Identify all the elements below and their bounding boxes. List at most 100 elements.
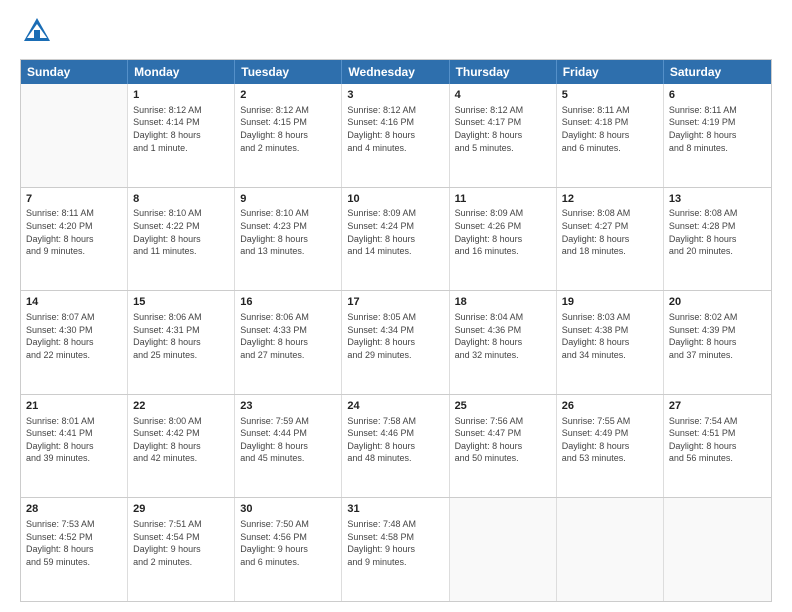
calendar-cell-2-1: 7Sunrise: 8:11 AM Sunset: 4:20 PM Daylig…: [21, 188, 128, 291]
day-info: Sunrise: 7:51 AM Sunset: 4:54 PM Dayligh…: [133, 518, 229, 568]
calendar-cell-2-6: 12Sunrise: 8:08 AM Sunset: 4:27 PM Dayli…: [557, 188, 664, 291]
calendar-cell-2-5: 11Sunrise: 8:09 AM Sunset: 4:26 PM Dayli…: [450, 188, 557, 291]
day-info: Sunrise: 8:12 AM Sunset: 4:16 PM Dayligh…: [347, 104, 443, 154]
day-info: Sunrise: 8:10 AM Sunset: 4:23 PM Dayligh…: [240, 207, 336, 257]
calendar-cell-3-5: 18Sunrise: 8:04 AM Sunset: 4:36 PM Dayli…: [450, 291, 557, 394]
day-info: Sunrise: 8:10 AM Sunset: 4:22 PM Dayligh…: [133, 207, 229, 257]
calendar-cell-5-7: [664, 498, 771, 601]
day-number: 27: [669, 399, 766, 414]
calendar-header: SundayMondayTuesdayWednesdayThursdayFrid…: [21, 60, 771, 84]
day-info: Sunrise: 7:56 AM Sunset: 4:47 PM Dayligh…: [455, 415, 551, 465]
day-info: Sunrise: 8:09 AM Sunset: 4:26 PM Dayligh…: [455, 207, 551, 257]
calendar-cell-3-2: 15Sunrise: 8:06 AM Sunset: 4:31 PM Dayli…: [128, 291, 235, 394]
day-number: 21: [26, 399, 122, 414]
calendar-cell-1-1: [21, 84, 128, 187]
day-number: 16: [240, 295, 336, 310]
calendar-body: 1Sunrise: 8:12 AM Sunset: 4:14 PM Daylig…: [21, 84, 771, 601]
header: [20, 16, 772, 51]
day-number: 20: [669, 295, 766, 310]
day-number: 10: [347, 192, 443, 207]
day-number: 23: [240, 399, 336, 414]
day-number: 15: [133, 295, 229, 310]
calendar-row-2: 7Sunrise: 8:11 AM Sunset: 4:20 PM Daylig…: [21, 187, 771, 291]
day-number: 29: [133, 502, 229, 517]
calendar-cell-5-4: 31Sunrise: 7:48 AM Sunset: 4:58 PM Dayli…: [342, 498, 449, 601]
day-number: 28: [26, 502, 122, 517]
day-info: Sunrise: 8:09 AM Sunset: 4:24 PM Dayligh…: [347, 207, 443, 257]
calendar-cell-1-5: 4Sunrise: 8:12 AM Sunset: 4:17 PM Daylig…: [450, 84, 557, 187]
day-number: 30: [240, 502, 336, 517]
logo: [20, 16, 52, 51]
header-day-tuesday: Tuesday: [235, 60, 342, 84]
day-info: Sunrise: 8:08 AM Sunset: 4:28 PM Dayligh…: [669, 207, 766, 257]
day-info: Sunrise: 7:58 AM Sunset: 4:46 PM Dayligh…: [347, 415, 443, 465]
day-number: 22: [133, 399, 229, 414]
day-info: Sunrise: 7:55 AM Sunset: 4:49 PM Dayligh…: [562, 415, 658, 465]
day-info: Sunrise: 7:54 AM Sunset: 4:51 PM Dayligh…: [669, 415, 766, 465]
day-number: 14: [26, 295, 122, 310]
day-info: Sunrise: 8:11 AM Sunset: 4:20 PM Dayligh…: [26, 207, 122, 257]
day-info: Sunrise: 8:03 AM Sunset: 4:38 PM Dayligh…: [562, 311, 658, 361]
logo-icon: [22, 16, 52, 46]
calendar-cell-4-5: 25Sunrise: 7:56 AM Sunset: 4:47 PM Dayli…: [450, 395, 557, 498]
header-day-monday: Monday: [128, 60, 235, 84]
day-number: 3: [347, 88, 443, 103]
day-number: 26: [562, 399, 658, 414]
day-info: Sunrise: 7:48 AM Sunset: 4:58 PM Dayligh…: [347, 518, 443, 568]
header-day-thursday: Thursday: [450, 60, 557, 84]
day-number: 2: [240, 88, 336, 103]
day-info: Sunrise: 8:00 AM Sunset: 4:42 PM Dayligh…: [133, 415, 229, 465]
calendar-cell-3-1: 14Sunrise: 8:07 AM Sunset: 4:30 PM Dayli…: [21, 291, 128, 394]
calendar: SundayMondayTuesdayWednesdayThursdayFrid…: [20, 59, 772, 602]
calendar-cell-5-2: 29Sunrise: 7:51 AM Sunset: 4:54 PM Dayli…: [128, 498, 235, 601]
day-number: 5: [562, 88, 658, 103]
day-number: 25: [455, 399, 551, 414]
day-info: Sunrise: 8:02 AM Sunset: 4:39 PM Dayligh…: [669, 311, 766, 361]
day-info: Sunrise: 8:04 AM Sunset: 4:36 PM Dayligh…: [455, 311, 551, 361]
day-number: 24: [347, 399, 443, 414]
day-info: Sunrise: 8:08 AM Sunset: 4:27 PM Dayligh…: [562, 207, 658, 257]
calendar-cell-1-6: 5Sunrise: 8:11 AM Sunset: 4:18 PM Daylig…: [557, 84, 664, 187]
day-info: Sunrise: 8:05 AM Sunset: 4:34 PM Dayligh…: [347, 311, 443, 361]
day-info: Sunrise: 7:53 AM Sunset: 4:52 PM Dayligh…: [26, 518, 122, 568]
day-info: Sunrise: 8:12 AM Sunset: 4:17 PM Dayligh…: [455, 104, 551, 154]
day-number: 9: [240, 192, 336, 207]
day-number: 6: [669, 88, 766, 103]
calendar-cell-1-2: 1Sunrise: 8:12 AM Sunset: 4:14 PM Daylig…: [128, 84, 235, 187]
calendar-cell-4-7: 27Sunrise: 7:54 AM Sunset: 4:51 PM Dayli…: [664, 395, 771, 498]
day-info: Sunrise: 7:59 AM Sunset: 4:44 PM Dayligh…: [240, 415, 336, 465]
calendar-cell-3-3: 16Sunrise: 8:06 AM Sunset: 4:33 PM Dayli…: [235, 291, 342, 394]
day-number: 8: [133, 192, 229, 207]
day-info: Sunrise: 8:06 AM Sunset: 4:31 PM Dayligh…: [133, 311, 229, 361]
calendar-cell-2-7: 13Sunrise: 8:08 AM Sunset: 4:28 PM Dayli…: [664, 188, 771, 291]
day-info: Sunrise: 8:01 AM Sunset: 4:41 PM Dayligh…: [26, 415, 122, 465]
calendar-cell-1-7: 6Sunrise: 8:11 AM Sunset: 4:19 PM Daylig…: [664, 84, 771, 187]
calendar-cell-2-3: 9Sunrise: 8:10 AM Sunset: 4:23 PM Daylig…: [235, 188, 342, 291]
calendar-cell-4-6: 26Sunrise: 7:55 AM Sunset: 4:49 PM Dayli…: [557, 395, 664, 498]
header-day-saturday: Saturday: [664, 60, 771, 84]
day-info: Sunrise: 8:11 AM Sunset: 4:19 PM Dayligh…: [669, 104, 766, 154]
calendar-cell-4-2: 22Sunrise: 8:00 AM Sunset: 4:42 PM Dayli…: [128, 395, 235, 498]
calendar-cell-2-2: 8Sunrise: 8:10 AM Sunset: 4:22 PM Daylig…: [128, 188, 235, 291]
day-number: 31: [347, 502, 443, 517]
day-number: 11: [455, 192, 551, 207]
calendar-cell-4-1: 21Sunrise: 8:01 AM Sunset: 4:41 PM Dayli…: [21, 395, 128, 498]
day-info: Sunrise: 7:50 AM Sunset: 4:56 PM Dayligh…: [240, 518, 336, 568]
day-number: 17: [347, 295, 443, 310]
day-info: Sunrise: 8:07 AM Sunset: 4:30 PM Dayligh…: [26, 311, 122, 361]
day-info: Sunrise: 8:12 AM Sunset: 4:14 PM Dayligh…: [133, 104, 229, 154]
calendar-cell-1-3: 2Sunrise: 8:12 AM Sunset: 4:15 PM Daylig…: [235, 84, 342, 187]
day-number: 1: [133, 88, 229, 103]
calendar-row-1: 1Sunrise: 8:12 AM Sunset: 4:14 PM Daylig…: [21, 84, 771, 187]
calendar-cell-3-6: 19Sunrise: 8:03 AM Sunset: 4:38 PM Dayli…: [557, 291, 664, 394]
day-number: 19: [562, 295, 658, 310]
header-day-wednesday: Wednesday: [342, 60, 449, 84]
calendar-cell-5-6: [557, 498, 664, 601]
calendar-cell-5-3: 30Sunrise: 7:50 AM Sunset: 4:56 PM Dayli…: [235, 498, 342, 601]
day-number: 7: [26, 192, 122, 207]
header-day-sunday: Sunday: [21, 60, 128, 84]
day-number: 18: [455, 295, 551, 310]
calendar-cell-3-7: 20Sunrise: 8:02 AM Sunset: 4:39 PM Dayli…: [664, 291, 771, 394]
calendar-cell-1-4: 3Sunrise: 8:12 AM Sunset: 4:16 PM Daylig…: [342, 84, 449, 187]
day-info: Sunrise: 8:06 AM Sunset: 4:33 PM Dayligh…: [240, 311, 336, 361]
